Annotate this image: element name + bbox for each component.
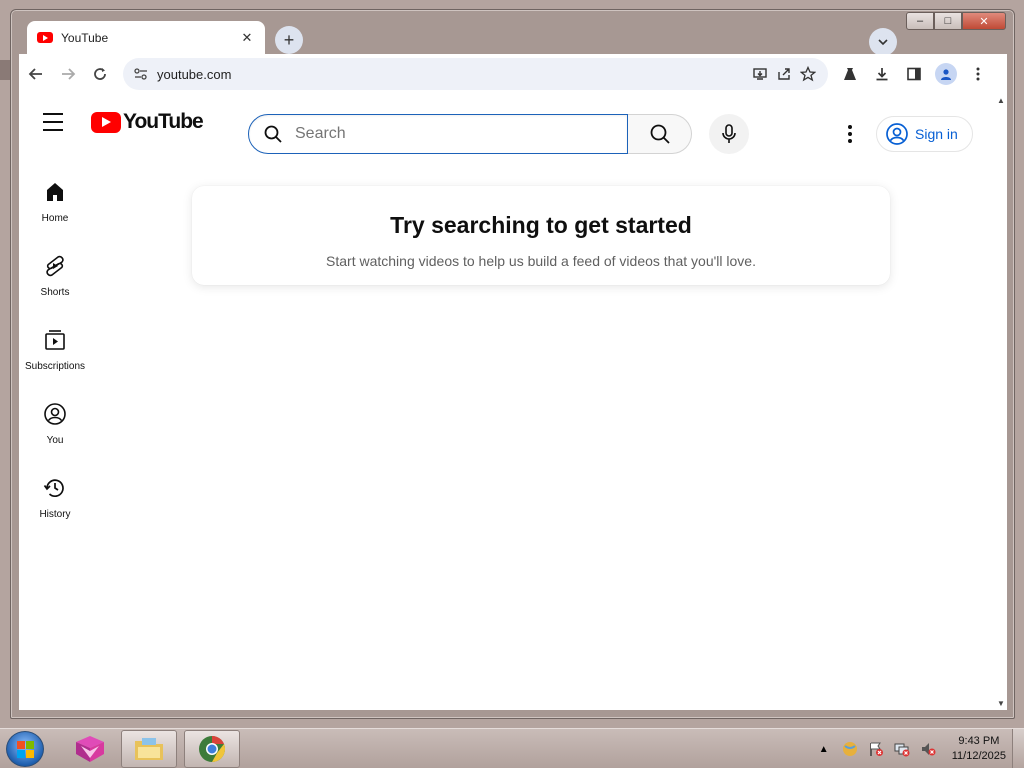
- feed-nudge-card: Try searching to get started Start watch…: [192, 186, 890, 285]
- scroll-down-arrow-icon[interactable]: ▼: [997, 699, 1005, 708]
- guide-item-you[interactable]: You: [19, 388, 91, 462]
- tab-title: YouTube: [61, 30, 109, 45]
- feed-nudge-title: Try searching to get started: [390, 212, 692, 238]
- logo-text: YouTube: [123, 110, 204, 133]
- scroll-up-arrow-icon[interactable]: ▲: [997, 96, 1005, 105]
- account-circle-icon: [886, 123, 908, 145]
- arrow-right-icon: [62, 68, 76, 80]
- taskbar: ▲ 9:43 PM 11/12/2025: [0, 728, 1024, 768]
- search-icon: [650, 124, 670, 144]
- chevron-down-icon: [878, 39, 888, 46]
- guide-label: History: [39, 509, 71, 520]
- arrow-left-icon: [28, 68, 42, 80]
- search-input[interactable]: [295, 125, 595, 143]
- guide-item-history[interactable]: History: [19, 462, 91, 536]
- sign-in-button[interactable]: Sign in: [876, 116, 973, 152]
- tab-search-button[interactable]: [869, 28, 897, 56]
- clock-date: 11/12/2025: [951, 750, 1006, 762]
- new-tab-button[interactable]: +: [275, 26, 303, 54]
- tab-strip: YouTube ✕ +: [19, 18, 1007, 56]
- volume-muted-icon[interactable]: [920, 741, 936, 757]
- download-icon[interactable]: [866, 58, 898, 90]
- clock-time: 9:43 PM: [958, 735, 1000, 747]
- desktop-sliver: [0, 60, 10, 80]
- guide-label: Shorts: [40, 287, 70, 298]
- youtube-favicon-icon: [37, 32, 53, 43]
- guide-label: Home: [41, 213, 69, 224]
- page-scrollbar[interactable]: ▲ ▼: [995, 94, 1007, 710]
- search-box[interactable]: [248, 114, 629, 154]
- tab-close-button[interactable]: ✕: [239, 30, 255, 46]
- browser-window: – □ ✕ YouTube ✕ + youtube.com YouTube Se…: [10, 9, 1015, 719]
- show-desktop-button[interactable]: [1012, 729, 1024, 768]
- reload-icon: [94, 68, 106, 80]
- network-disconnected-icon[interactable]: [894, 741, 910, 757]
- youtube-logo[interactable]: YouTube: [91, 110, 204, 134]
- search-form: [248, 114, 692, 154]
- sign-in-label: Sign in: [915, 126, 958, 142]
- windows-logo-icon: [16, 740, 34, 758]
- network-globe-icon[interactable]: [842, 741, 858, 757]
- search-button[interactable]: [628, 114, 692, 154]
- masthead: YouTube Sign in: [19, 94, 995, 154]
- shorts-icon: [46, 255, 64, 277]
- start-button[interactable]: [6, 731, 44, 767]
- guide-item-home[interactable]: Home: [19, 166, 91, 240]
- system-clock[interactable]: 9:43 PM 11/12/2025: [952, 734, 1006, 764]
- bookmark-star-icon[interactable]: [796, 62, 820, 86]
- menu-kebab-icon[interactable]: [962, 58, 994, 90]
- side-panel-icon[interactable]: [898, 58, 930, 90]
- youtube-play-icon: [91, 111, 121, 133]
- action-center-flag-icon[interactable]: [868, 741, 884, 757]
- guide-item-shorts[interactable]: Shorts: [19, 240, 91, 314]
- hamburger-menu-icon[interactable]: [41, 110, 65, 134]
- voice-search-button[interactable]: [709, 114, 749, 154]
- youtube-page: YouTube Sign in: [19, 94, 1007, 710]
- labs-flask-icon[interactable]: [834, 58, 866, 90]
- search-icon: [264, 125, 282, 143]
- profile-button[interactable]: [930, 58, 962, 90]
- forward-button[interactable]: [53, 59, 83, 89]
- app-launcher-icon[interactable]: [62, 730, 118, 768]
- mini-guide: Home Shorts Subscriptions You History: [19, 166, 91, 536]
- site-settings-icon[interactable]: [133, 66, 149, 82]
- system-tray: ▲ 9:43 PM 11/12/2025: [816, 729, 1016, 768]
- browser-toolbar: youtube.com: [19, 54, 1007, 94]
- feed-nudge-subtitle: Start watching videos to help us build a…: [326, 253, 756, 269]
- guide-label: Subscriptions: [24, 361, 86, 372]
- profile-icon: [935, 63, 957, 85]
- you-icon: [44, 403, 66, 425]
- guide-label: You: [46, 435, 64, 446]
- file-explorer-icon[interactable]: [121, 730, 177, 768]
- history-icon: [43, 479, 64, 497]
- guide-item-subscriptions[interactable]: Subscriptions: [19, 314, 91, 388]
- share-icon[interactable]: [772, 62, 796, 86]
- back-button[interactable]: [21, 59, 51, 89]
- address-bar[interactable]: youtube.com: [123, 58, 828, 90]
- url-text[interactable]: youtube.com: [157, 67, 748, 82]
- settings-kebab-icon[interactable]: [838, 122, 862, 146]
- tray-expand-icon[interactable]: ▲: [816, 741, 832, 757]
- install-app-icon[interactable]: [748, 62, 772, 86]
- subscriptions-icon: [45, 330, 65, 350]
- reload-button[interactable]: [85, 59, 115, 89]
- tab-youtube[interactable]: YouTube ✕: [27, 21, 265, 54]
- chrome-icon[interactable]: [184, 730, 240, 768]
- home-icon: [47, 183, 63, 201]
- microphone-icon: [722, 124, 736, 143]
